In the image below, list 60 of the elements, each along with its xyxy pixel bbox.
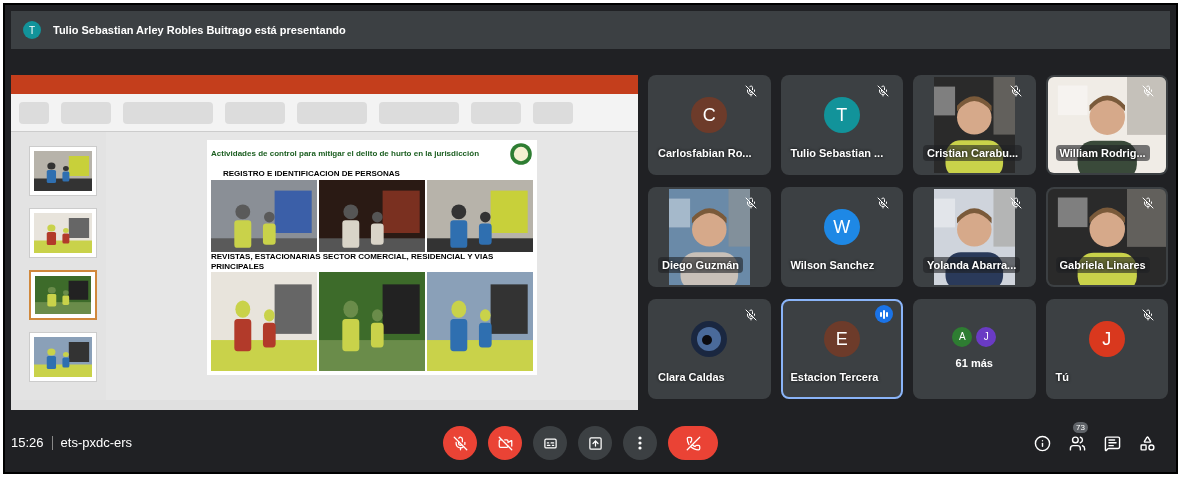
- microphone-off-icon: [452, 435, 468, 451]
- more-vertical-icon: [638, 436, 642, 450]
- slide-title: Actividades de control para mitigar el delito de hurto en la jurisdicción: [211, 149, 480, 159]
- meeting-code: ets-pxdc-ers: [60, 434, 133, 453]
- more-options-button[interactable]: [623, 426, 657, 460]
- present-screen-icon: [587, 435, 603, 451]
- participant-tile[interactable]: C Carlosfabian Ro...: [648, 75, 771, 175]
- avatar: J: [976, 326, 997, 347]
- info-button[interactable]: [1034, 434, 1051, 452]
- avatar: E: [823, 321, 860, 357]
- participant-name: Tulio Sebastian ...: [790, 145, 884, 161]
- participant-name: William Rodrig...: [1055, 144, 1150, 161]
- participant-tile[interactable]: Diego Guzmán: [648, 187, 771, 287]
- participant-name: Gabriela Linares: [1055, 256, 1150, 273]
- meeting-time: 15:26: [11, 434, 44, 453]
- presenting-message: Tulio Sebastian Arley Robles Buitrago está presentando: [53, 22, 346, 38]
- section-heading: REGISTRO E IDENTIFICACION DE PERSONAS: [222, 168, 401, 180]
- end-call-button[interactable]: [668, 426, 718, 460]
- chat-button[interactable]: [1104, 434, 1121, 452]
- captions-icon: [542, 435, 558, 451]
- captions-button[interactable]: [533, 426, 567, 460]
- participant-tile[interactable]: Yolanda Abarra...: [913, 187, 1036, 287]
- participant-name: Tú: [1055, 369, 1069, 385]
- camera-off-icon: [497, 435, 513, 451]
- participant-name: Diego Guzmán: [658, 256, 743, 273]
- microphone-button[interactable]: [443, 426, 477, 460]
- participant-tile[interactable]: Gabriela Linares: [1045, 187, 1168, 287]
- avatar: T: [23, 21, 41, 39]
- emblem-icon: [509, 142, 533, 166]
- participant-tile[interactable]: J Tú: [1045, 299, 1168, 399]
- participant-tile[interactable]: T Tulio Sebastian ...: [780, 75, 903, 175]
- speaking-indicator-icon: [875, 305, 893, 323]
- more-participants-label: 61 más: [955, 355, 993, 371]
- participant-name: Estacion Tercera: [790, 369, 879, 385]
- participant-tile[interactable]: A J 61 más: [913, 299, 1036, 399]
- participant-tile[interactable]: Cristian Carabu...: [913, 75, 1036, 175]
- participant-name: Clara Caldas: [658, 369, 725, 385]
- participant-count-badge: 73: [1073, 421, 1088, 433]
- slide-thumbnail[interactable]: [29, 208, 97, 258]
- avatar: W: [823, 209, 860, 245]
- participant-name: Carlosfabian Ro...: [658, 145, 752, 161]
- participant-tile[interactable]: William Rodrig...: [1045, 75, 1168, 175]
- participant-tile[interactable]: Clara Caldas: [648, 299, 771, 399]
- camera-button[interactable]: [488, 426, 522, 460]
- avatar: C: [691, 97, 728, 133]
- hang-up-icon: [685, 435, 701, 451]
- participant-name: Yolanda Abarra...: [923, 256, 1021, 273]
- slide-thumbnail[interactable]: [29, 332, 97, 382]
- slide-thumbnail[interactable]: [29, 146, 97, 196]
- slide-thumbnail[interactable]: [29, 270, 97, 320]
- activities-button[interactable]: [1139, 434, 1156, 452]
- present-button[interactable]: [578, 426, 612, 460]
- people-button[interactable]: [1069, 434, 1086, 452]
- avatar: A: [952, 326, 973, 347]
- avatar: T: [823, 97, 860, 133]
- avatar: J: [1088, 321, 1125, 357]
- participant-tile[interactable]: E Estacion Tercera: [780, 299, 903, 399]
- participant-name: Wilson Sanchez: [790, 257, 875, 273]
- participant-name: Cristian Carabu...: [923, 144, 1023, 161]
- participant-tile[interactable]: W Wilson Sanchez: [780, 187, 903, 287]
